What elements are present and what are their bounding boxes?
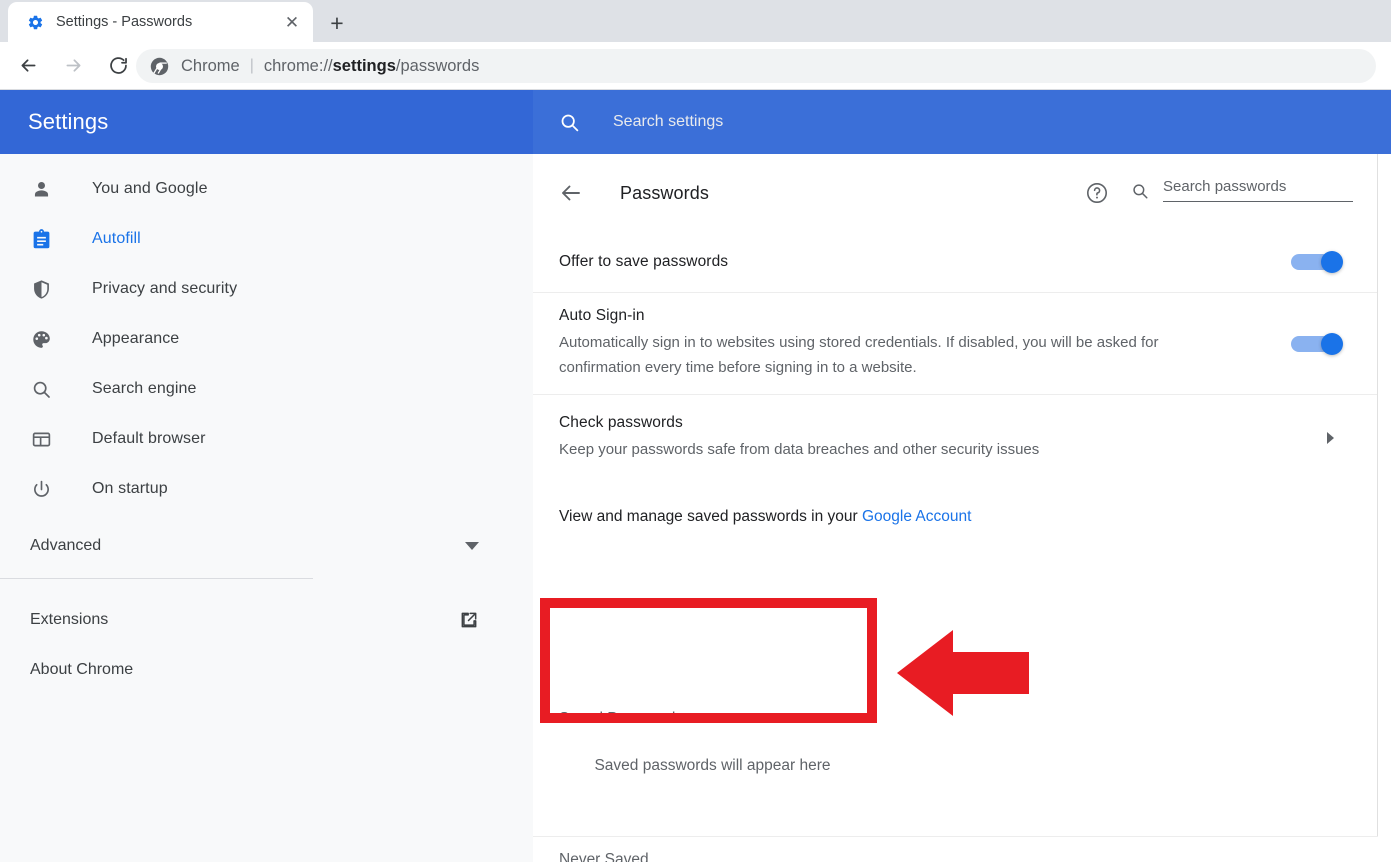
search-settings-placeholder: Search settings	[613, 113, 723, 131]
manage-passwords-text: View and manage saved passwords in your …	[559, 508, 971, 526]
power-icon	[30, 478, 52, 500]
settings-page: Settings Search settings	[0, 90, 1391, 862]
search-passwords-placeholder: Search passwords	[1163, 178, 1286, 195]
sidebar-item-label: Search engine	[92, 380, 197, 398]
sidebar-item-label: Default browser	[92, 430, 206, 448]
annotation-arrow-icon	[897, 630, 1029, 716]
manage-passwords-prefix: View and manage saved passwords in your	[559, 508, 862, 525]
browser-window: Settings - Passwords ✕ +	[0, 0, 1391, 862]
settings-sidebar: You and Google Autofill	[0, 154, 533, 862]
omnibox-url: chrome://settings/passwords	[264, 57, 480, 76]
sidebar-item-label: Autofill	[92, 230, 141, 248]
offer-to-save-text: Offer to save passwords	[559, 253, 1291, 271]
sidebar-item-appearance[interactable]: Appearance	[0, 314, 533, 364]
browser-toolbar: Chrome | chrome://settings/passwords	[0, 42, 1391, 90]
auto-signin-row[interactable]: Auto Sign-in Automatically sign in to we…	[533, 292, 1377, 394]
address-bar[interactable]: Chrome | chrome://settings/passwords	[136, 49, 1376, 83]
sidebar-nav-list: You and Google Autofill	[0, 154, 533, 514]
external-link-icon	[459, 610, 479, 630]
browser-window-icon	[30, 428, 52, 450]
sidebar-item-extensions[interactable]: Extensions	[0, 595, 533, 645]
omnibox-separator: |	[250, 58, 254, 74]
toggle-knob	[1321, 251, 1343, 273]
passwords-title: Passwords	[620, 183, 1085, 204]
clipboard-icon	[30, 228, 52, 250]
sidebar-extensions-label: Extensions	[30, 611, 459, 629]
settings-header: Settings Search settings	[0, 90, 1391, 154]
search-settings-input[interactable]: Search settings	[533, 90, 1391, 154]
url-prefix: chrome://	[264, 57, 333, 75]
google-account-link[interactable]: Google Account	[862, 508, 971, 525]
search-passwords-field[interactable]: Search passwords	[1163, 178, 1353, 202]
saved-passwords-empty-message: Saved passwords will appear here	[559, 728, 866, 775]
new-tab-button[interactable]: +	[322, 8, 352, 38]
passwords-header: Passwords Search passwords	[533, 154, 1377, 232]
sidebar-item-label: Privacy and security	[92, 280, 237, 298]
magnifier-icon	[30, 378, 52, 400]
search-icon	[559, 112, 580, 133]
check-passwords-label: Check passwords	[559, 414, 1303, 432]
saved-passwords-section: Saved Passwords Saved passwords will app…	[551, 698, 866, 802]
sidebar-item-default-browser[interactable]: Default browser	[0, 414, 533, 464]
chevron-right-icon[interactable]	[1327, 432, 1334, 444]
page-title: Settings	[28, 109, 108, 135]
forward-button[interactable]	[56, 49, 90, 83]
search-passwords-input[interactable]: Search passwords	[1131, 178, 1353, 208]
auto-signin-description: Automatically sign in to websites using …	[559, 330, 1219, 380]
check-passwords-description: Keep your passwords safe from data breac…	[559, 437, 1219, 462]
saved-passwords-label: Saved Passwords	[559, 710, 866, 728]
sidebar-item-about-chrome[interactable]: About Chrome	[0, 645, 533, 695]
never-saved-section: Never Saved Sites which never save passw…	[533, 836, 1378, 862]
tab-strip: Settings - Passwords ✕ +	[0, 0, 1391, 42]
offer-to-save-passwords-row[interactable]: Offer to save passwords	[533, 232, 1377, 292]
sidebar-item-on-startup[interactable]: On startup	[0, 464, 533, 514]
toggle-knob	[1321, 333, 1343, 355]
auto-signin-text: Auto Sign-in Automatically sign in to we…	[559, 307, 1291, 380]
url-bold: settings	[333, 57, 396, 75]
palette-icon	[30, 328, 52, 350]
chevron-down-icon	[465, 542, 479, 550]
sidebar-item-label: You and Google	[92, 180, 208, 198]
sidebar-advanced-label: Advanced	[30, 537, 465, 555]
close-icon[interactable]: ✕	[281, 11, 303, 33]
auto-signin-toggle[interactable]	[1291, 333, 1343, 355]
shield-icon	[30, 278, 52, 300]
scroll-gutter[interactable]	[1378, 154, 1391, 862]
offer-to-save-toggle[interactable]	[1291, 251, 1343, 273]
browser-tab[interactable]: Settings - Passwords ✕	[8, 2, 313, 42]
sidebar-divider	[0, 578, 313, 579]
sidebar-item-label: On startup	[92, 480, 168, 498]
sidebar-about-label: About Chrome	[30, 661, 503, 679]
gear-icon	[27, 14, 44, 31]
search-icon	[1131, 182, 1149, 200]
check-passwords-text: Check passwords Keep your passwords safe…	[559, 414, 1327, 462]
sidebar-item-search-engine[interactable]: Search engine	[0, 364, 533, 414]
back-button[interactable]	[11, 49, 45, 83]
never-saved-label: Never Saved	[533, 837, 1378, 862]
person-icon	[30, 178, 52, 200]
sidebar-item-you-and-google[interactable]: You and Google	[0, 164, 533, 214]
back-arrow-icon[interactable]	[559, 181, 583, 205]
auto-signin-label: Auto Sign-in	[559, 307, 1267, 325]
url-suffix: /passwords	[396, 57, 479, 75]
manage-passwords-row: View and manage saved passwords in your …	[533, 480, 1377, 554]
chrome-logo-icon	[150, 57, 169, 76]
sidebar-item-autofill[interactable]: Autofill	[0, 214, 533, 264]
help-icon[interactable]	[1085, 181, 1109, 205]
check-passwords-row[interactable]: Check passwords Keep your passwords safe…	[533, 394, 1377, 480]
sidebar-item-advanced[interactable]: Advanced	[0, 520, 533, 572]
omnibox-scheme-label: Chrome	[181, 57, 240, 76]
reload-button[interactable]	[101, 49, 135, 83]
tab-title: Settings - Passwords	[56, 14, 281, 30]
sidebar-item-privacy-and-security[interactable]: Privacy and security	[0, 264, 533, 314]
offer-to-save-label: Offer to save passwords	[559, 253, 1267, 271]
sidebar-item-label: Appearance	[92, 330, 179, 348]
